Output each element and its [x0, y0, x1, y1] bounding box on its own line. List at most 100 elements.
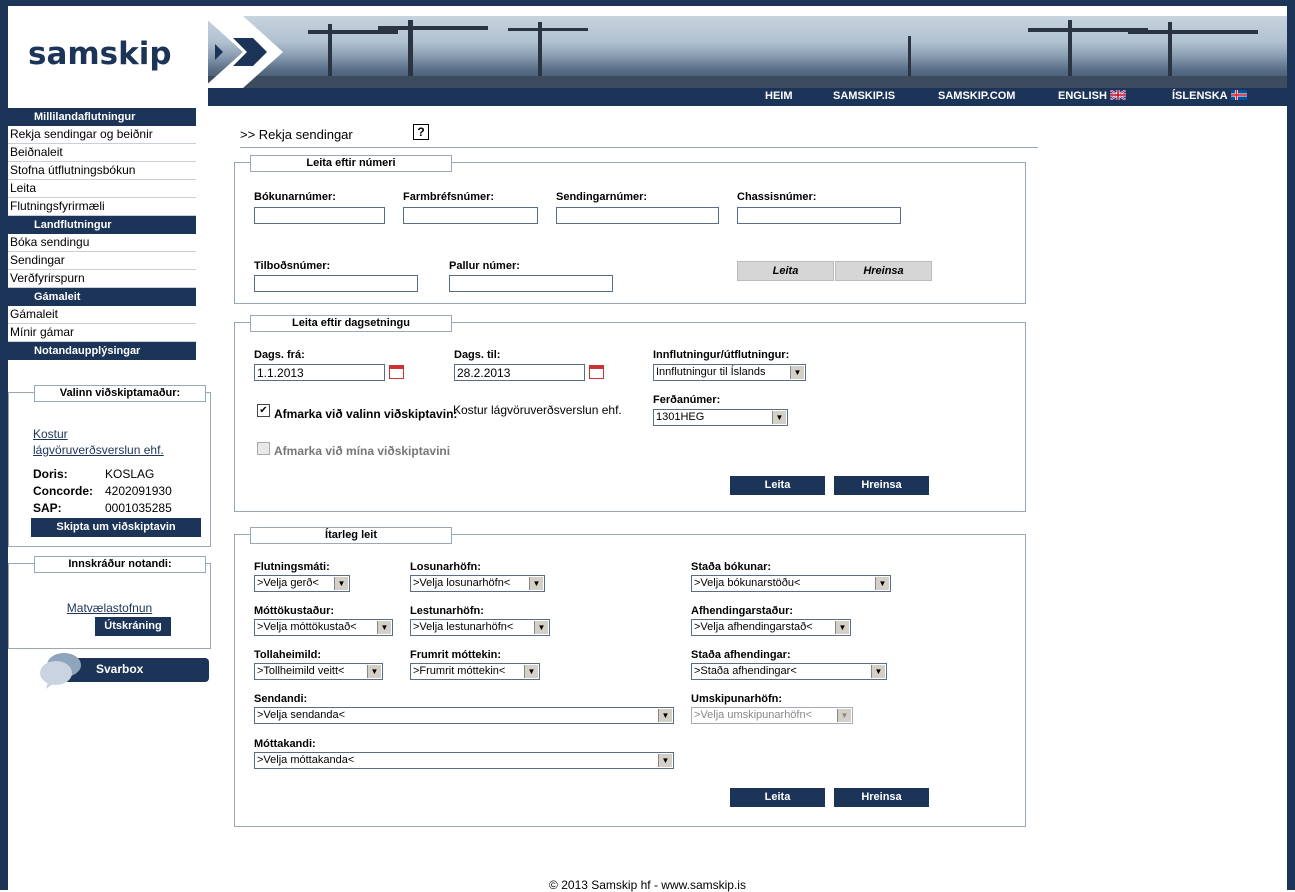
pallet-number-label: Pallur númer: [449, 260, 520, 272]
booking-number-label: Bókunarnúmer: [254, 191, 336, 203]
restrict-selected-checkbox[interactable]: ✔ [257, 404, 270, 417]
concorde-label: Concorde: [33, 484, 93, 498]
title-divider [240, 147, 1038, 148]
sidebar-item-leita[interactable]: Leita [8, 180, 196, 198]
chevron-down-icon: ▼ [367, 665, 381, 678]
chevron-down-icon: ▼ [334, 577, 348, 590]
pallet-number-input[interactable] [449, 275, 613, 292]
chat-bubbles-icon [40, 653, 81, 689]
chevron-down-icon: ▼ [835, 621, 849, 634]
chassis-number-input[interactable] [737, 207, 901, 224]
number-search-button[interactable]: Leita [737, 261, 834, 281]
advanced-clear-button[interactable]: Hreinsa [834, 788, 929, 807]
waybill-number-label: Farmbréfsnúmer: [403, 191, 495, 203]
booking-number-input[interactable] [254, 207, 385, 224]
shipment-number-label: Sendingarnúmer: [556, 191, 648, 203]
samskip-logo[interactable]: samskip [28, 36, 172, 72]
date-to-label: Dags. til: [454, 349, 501, 361]
sidebar-heading-notandaupplysingar[interactable]: Notandaupplýsingar [8, 342, 196, 360]
voyage-number-select[interactable]: 1301HEG ▼ [653, 409, 788, 426]
chevron-down-icon: ▼ [377, 621, 391, 634]
logged-in-user-title: Innskráður notandi: [34, 556, 206, 573]
direction-select[interactable]: Innflutningur til Íslands ▼ [653, 364, 806, 381]
sidebar-item-gamaleit[interactable]: Gámaleit [8, 306, 196, 324]
date-from-calendar-icon[interactable] [389, 365, 404, 379]
selected-customer-name: Kostur lágvöruverðsverslun ehf. [453, 403, 622, 417]
nav-samskip-com[interactable]: SAMSKIP.COM [938, 90, 1015, 102]
sidebar-item-verdfyrirspurn[interactable]: Verðfyrirspurn [8, 270, 196, 288]
original-received-select[interactable]: >Frumrit móttekin< ▼ [410, 663, 540, 680]
advanced-search-legend: Ítarleg leit [250, 527, 452, 544]
transship-port-label: Umskipunarhöfn: [691, 693, 783, 705]
waybill-number-input[interactable] [403, 207, 538, 224]
selected-customer-box: Valinn viðskiptamaður: Kostur lágvöruver… [8, 385, 211, 547]
uk-flag-icon [1109, 90, 1126, 100]
sidebar-item-boka-sendingu[interactable]: Bóka sendingu [8, 234, 196, 252]
offer-number-input[interactable] [254, 275, 418, 292]
sidebar-heading-millilandaflutningur: Millilandaflutningur [8, 108, 196, 126]
loading-port-select[interactable]: >Velja lestunarhöfn< ▼ [410, 619, 550, 636]
logout-button[interactable]: Útskráning [95, 617, 171, 636]
switch-customer-button[interactable]: Skipta um viðskiptavin [31, 518, 201, 537]
date-search-button[interactable]: Leita [730, 476, 825, 495]
sidebar-item-beidnaleit[interactable]: Beiðnaleit [8, 144, 196, 162]
receiver-select[interactable]: >Velja móttakanda< ▼ [254, 752, 674, 769]
number-clear-button[interactable]: Hreinsa [835, 261, 932, 281]
sender-label: Sendandi: [254, 693, 308, 705]
sidebar-item-sendingar[interactable]: Sendingar [8, 252, 196, 270]
nav-heim[interactable]: HEIM [765, 90, 793, 102]
delivery-status-label: Staða afhendingar: [691, 649, 791, 661]
shipment-number-input[interactable] [556, 207, 719, 224]
transship-port-value: >Velja umskipunarhöfn< [694, 709, 813, 721]
restrict-mine-checkbox[interactable] [257, 442, 270, 455]
sidebar-item-minir-gamar[interactable]: Mínir gámar [8, 324, 196, 342]
nav-english[interactable]: ENGLISH [1058, 90, 1126, 102]
window-frame-right [1287, 0, 1295, 890]
receipt-place-select[interactable]: >Velja móttökustað< ▼ [254, 619, 393, 636]
date-to-calendar-icon[interactable] [589, 365, 604, 379]
date-clear-button[interactable]: Hreinsa [834, 476, 929, 495]
sender-select[interactable]: >Velja sendanda< ▼ [254, 707, 674, 724]
chevron-down-icon: ▼ [837, 709, 851, 722]
sidebar: Millilandaflutningur Rekja sendingar og … [8, 108, 196, 360]
discharge-port-select[interactable]: >Velja losunarhöfn< ▼ [410, 575, 545, 592]
transport-mode-select[interactable]: >Velja gerð< ▼ [254, 575, 350, 592]
nav-islenska-label: ÍSLENSKA [1172, 90, 1228, 102]
delivery-place-select[interactable]: >Velja afhendingarstað< ▼ [691, 619, 851, 636]
customs-permit-value: >Tollheimild veitt< [257, 665, 345, 677]
chevron-down-icon: ▼ [529, 577, 543, 590]
svarbox-button[interactable]: Svarbox [40, 653, 209, 689]
customs-permit-label: Tollaheimild: [254, 649, 322, 661]
sender-value: >Velja sendanda< [257, 709, 346, 721]
receiver-label: Móttakandi: [254, 738, 316, 750]
customs-permit-select[interactable]: >Tollheimild veitt< ▼ [254, 663, 383, 680]
offer-number-label: Tilboðsnúmer: [254, 260, 331, 272]
doris-value: KOSLAG [105, 467, 155, 481]
chevron-down-icon: ▼ [534, 621, 548, 634]
transport-mode-label: Flutningsmáti: [254, 561, 330, 573]
sidebar-item-flutningsfyrirmaeli[interactable]: Flutningsfyrirmæli [8, 198, 196, 216]
date-to-input[interactable]: 28.2.2013 [454, 364, 585, 381]
delivery-place-value: >Velja afhendingarstað< [694, 621, 813, 633]
booking-status-label: Staða bókunar: [691, 561, 772, 573]
chevron-arrows-graphic [203, 16, 283, 88]
sidebar-item-stofna-utflutningsbokun[interactable]: Stofna útflutningsbókun [8, 162, 196, 180]
chevron-down-icon: ▼ [658, 754, 672, 767]
sidebar-item-rekja-sendingar[interactable]: Rekja sendingar og beiðnir [8, 126, 196, 144]
nav-samskip-is[interactable]: SAMSKIP.IS [833, 90, 895, 102]
transship-port-select[interactable]: >Velja umskipunarhöfn< ▼ [691, 707, 853, 724]
date-from-input[interactable]: 1.1.2013 [254, 364, 385, 381]
nav-islenska[interactable]: ÍSLENSKA [1172, 90, 1247, 102]
selected-customer-link[interactable]: Kostur lágvöruverðsverslun ehf. [33, 426, 173, 458]
help-icon[interactable]: ? [413, 124, 429, 140]
date-from-label: Dags. frá: [254, 349, 305, 361]
sidebar-heading-gamaleit: Gámaleit [8, 288, 196, 306]
advanced-search-button[interactable]: Leita [730, 788, 825, 807]
delivery-status-select[interactable]: >Staða afhendingar< ▼ [691, 663, 887, 680]
booking-status-value: >Velja bókunarstöðu< [694, 577, 801, 589]
search-by-number-legend: Leita eftir númeri [250, 155, 452, 172]
logged-in-user-box: Innskráður notandi: Matvælastofnun Útskr… [8, 556, 211, 649]
booking-status-select[interactable]: >Velja bókunarstöðu< ▼ [691, 575, 891, 592]
loading-port-label: Lestunarhöfn: [410, 605, 484, 617]
user-link[interactable]: Matvælastofnun [9, 601, 210, 615]
